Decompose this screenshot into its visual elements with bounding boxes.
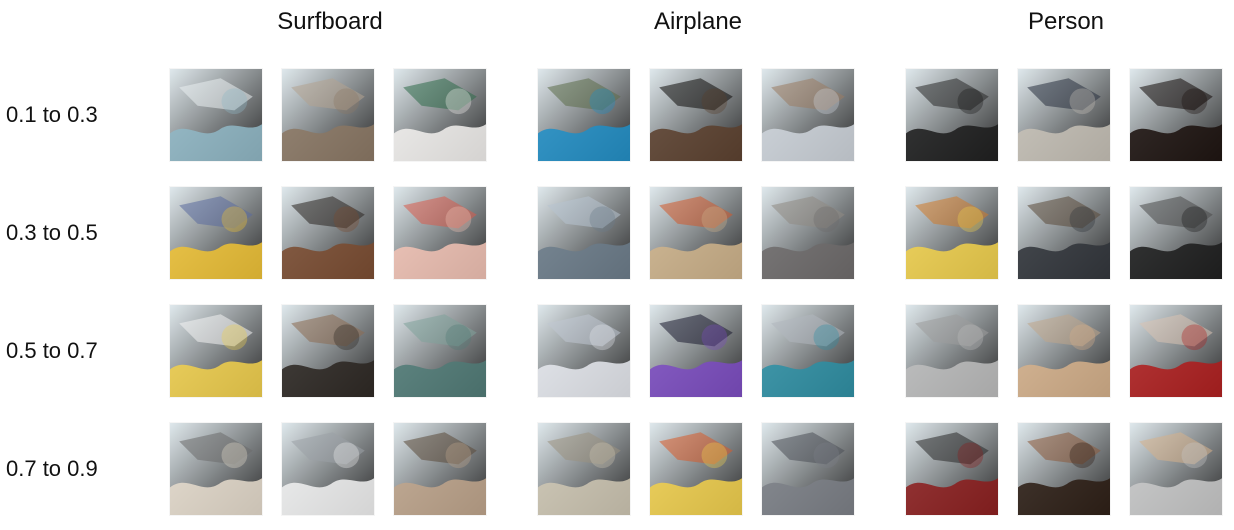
thumbnail-image	[282, 423, 374, 515]
thumbnail-image	[762, 305, 854, 397]
thumbnail-image	[282, 69, 374, 161]
thumbnail-image	[906, 423, 998, 515]
thumbnail-image	[650, 187, 742, 279]
thumbnail-image	[1018, 305, 1110, 397]
thumbnail-image	[538, 69, 630, 161]
thumbnail-image	[282, 305, 374, 397]
thumbnail-image	[538, 423, 630, 515]
thumbnail-image	[762, 69, 854, 161]
thumbnail-image	[650, 423, 742, 515]
thumbnail-image	[906, 69, 998, 161]
column-header-airplane: Airplane	[653, 8, 743, 35]
row-label-0p7-0p9: 0.7 to 0.9	[6, 456, 98, 481]
thumbnail-image	[538, 187, 630, 279]
thumbnail-image	[170, 423, 262, 515]
thumbnail-image	[906, 305, 998, 397]
thumbnail-image	[1130, 69, 1222, 161]
thumbnail-image	[394, 305, 486, 397]
thumbnail-image	[170, 187, 262, 279]
thumbnail-image	[762, 423, 854, 515]
row-label-0p1-0p3: 0.1 to 0.3	[6, 102, 98, 127]
row-label-0p5-0p7: 0.5 to 0.7	[6, 338, 98, 363]
column-header-person: Person	[1027, 8, 1105, 35]
thumbnail-image	[762, 187, 854, 279]
thumbnail-image	[650, 69, 742, 161]
thumbnail-image	[170, 69, 262, 161]
thumbnail-image	[650, 305, 742, 397]
column-header-surfboard: Surfboard	[277, 8, 383, 35]
thumbnail-image	[170, 305, 262, 397]
thumbnail-image	[1018, 423, 1110, 515]
thumbnail-image	[282, 187, 374, 279]
thumbnail-image	[538, 305, 630, 397]
thumbnail-image	[1018, 187, 1110, 279]
thumbnail-image	[394, 187, 486, 279]
thumbnail-image	[1130, 187, 1222, 279]
row-label-0p3-0p5: 0.3 to 0.5	[6, 220, 98, 245]
thumbnail-image	[1130, 423, 1222, 515]
thumbnail-image	[394, 423, 486, 515]
thumbnail-image	[1018, 69, 1110, 161]
thumbnail-image	[906, 187, 998, 279]
thumbnail-image	[1130, 305, 1222, 397]
thumbnail-image	[394, 69, 486, 161]
